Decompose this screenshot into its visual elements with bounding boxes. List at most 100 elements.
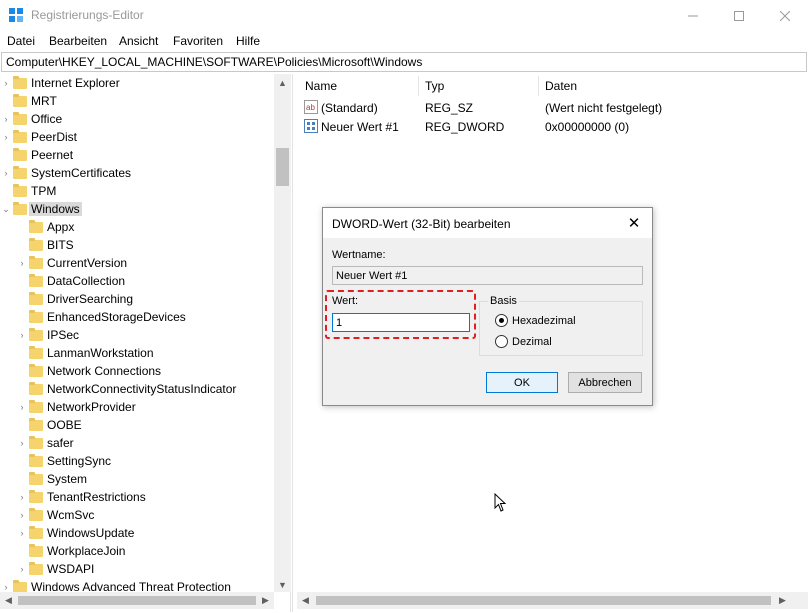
decimal-radio[interactable] xyxy=(495,335,508,348)
menu-bar: Datei Bearbeiten Ansicht Favoriten Hilfe xyxy=(0,31,808,51)
scroll-left-icon[interactable]: ◀ xyxy=(0,592,17,609)
tree-item-label: DataCollection xyxy=(47,274,126,288)
tree-item[interactable]: DataCollection xyxy=(0,272,274,290)
tree-item[interactable]: › PeerDist xyxy=(0,128,274,146)
tree-item[interactable]: System xyxy=(0,470,274,488)
scroll-up-icon[interactable]: ▲ xyxy=(274,74,291,91)
tree-item[interactable]: DriverSearching xyxy=(0,290,274,308)
tree-item[interactable]: OOBE xyxy=(0,416,274,434)
menu-bearbeiten[interactable]: Bearbeiten xyxy=(49,34,107,48)
address-bar[interactable]: Computer\HKEY_LOCAL_MACHINE\SOFTWARE\Pol… xyxy=(1,52,807,72)
tree-item[interactable]: › IPSec xyxy=(0,326,274,344)
chevron-right-icon[interactable]: › xyxy=(17,492,27,502)
tree-item[interactable]: › NetworkProvider xyxy=(0,398,274,416)
chevron-right-icon[interactable]: › xyxy=(1,582,11,592)
column-divider[interactable] xyxy=(538,76,539,96)
ok-button[interactable]: OK xyxy=(486,372,558,393)
column-header-name[interactable]: Name xyxy=(305,79,337,93)
tree-item[interactable]: NetworkConnectivityStatusIndicator xyxy=(0,380,274,398)
tree-item[interactable]: › safer xyxy=(0,434,274,452)
tree-item[interactable]: BITS xyxy=(0,236,274,254)
tree-item[interactable]: Peernet xyxy=(0,146,274,164)
dialog-close-button[interactable]: ✕ xyxy=(623,214,645,232)
value-name: Neuer Wert #1 xyxy=(321,120,399,134)
tree-item[interactable]: › CurrentVersion xyxy=(0,254,274,272)
chevron-right-icon[interactable]: › xyxy=(17,258,27,268)
tree-item-label: OOBE xyxy=(47,418,82,432)
decimal-label[interactable]: Dezimal xyxy=(512,336,552,348)
close-button[interactable] xyxy=(762,0,808,31)
scroll-down-icon[interactable]: ▼ xyxy=(274,576,291,593)
tree-item[interactable]: TPM xyxy=(0,182,274,200)
tree-item-label: DriverSearching xyxy=(47,292,134,306)
folder-icon xyxy=(29,346,43,359)
menu-datei[interactable]: Datei xyxy=(7,34,35,48)
cancel-button[interactable]: Abbrechen xyxy=(568,372,642,393)
tree-item[interactable]: LanmanWorkstation xyxy=(0,344,274,362)
chevron-down-icon[interactable]: ⌄ xyxy=(1,204,11,214)
folder-icon xyxy=(29,256,43,269)
tree-item[interactable]: › WSDAPI xyxy=(0,560,274,578)
tree-item-label: Windows xyxy=(29,202,82,216)
chevron-right-icon[interactable]: › xyxy=(17,402,27,412)
tree-vertical-scroll-thumb[interactable] xyxy=(276,148,289,186)
chevron-right-icon[interactable]: › xyxy=(1,114,11,124)
folder-icon xyxy=(29,238,43,251)
tree-item[interactable]: › WcmSvc xyxy=(0,506,274,524)
chevron-right-icon[interactable]: › xyxy=(1,168,11,178)
value-name-label: Wertname: xyxy=(332,249,386,261)
menu-hilfe[interactable]: Hilfe xyxy=(236,34,260,48)
tree-item[interactable]: ⌄ Windows xyxy=(0,200,274,218)
values-horizontal-scroll-thumb[interactable] xyxy=(316,596,771,605)
tree-item[interactable]: EnhancedStorageDevices xyxy=(0,308,274,326)
tree-item[interactable]: › SystemCertificates xyxy=(0,164,274,182)
maximize-button[interactable] xyxy=(716,0,762,31)
tree-item[interactable]: › Internet Explorer xyxy=(0,74,274,92)
scroll-right-icon[interactable]: ▶ xyxy=(257,592,274,609)
base-label: Basis xyxy=(488,295,519,307)
menu-favoriten[interactable]: Favoriten xyxy=(173,34,223,48)
scroll-left-icon[interactable]: ◀ xyxy=(297,592,314,609)
chevron-right-icon[interactable]: › xyxy=(17,438,27,448)
column-header-data[interactable]: Daten xyxy=(545,79,577,93)
mouse-pointer-icon xyxy=(494,493,507,512)
tree-item-label: LanmanWorkstation xyxy=(47,346,154,360)
chevron-right-icon[interactable]: › xyxy=(17,510,27,520)
tree-item[interactable]: Appx xyxy=(0,218,274,236)
column-divider[interactable] xyxy=(418,76,419,96)
value-row[interactable]: ab (Standard) REG_SZ (Wert nicht festgel… xyxy=(297,99,808,117)
menu-ansicht[interactable]: Ansicht xyxy=(119,34,158,48)
registry-editor-icon xyxy=(9,8,23,22)
folder-icon xyxy=(29,310,43,323)
scroll-right-icon[interactable]: ▶ xyxy=(774,592,791,609)
tree-item[interactable]: MRT xyxy=(0,92,274,110)
tree-item-label: Office xyxy=(31,112,63,126)
folder-icon xyxy=(13,184,27,197)
tree-item[interactable]: › WindowsUpdate xyxy=(0,524,274,542)
value-row[interactable]: Neuer Wert #1 REG_DWORD 0x00000000 (0) xyxy=(297,118,808,136)
tree-item-label: Peernet xyxy=(31,148,74,162)
chevron-right-icon[interactable]: › xyxy=(1,132,11,142)
tree-item[interactable]: WorkplaceJoin xyxy=(0,542,274,560)
folder-icon xyxy=(29,526,43,539)
hexadecimal-label[interactable]: Hexadezimal xyxy=(512,315,576,327)
column-header-type[interactable]: Typ xyxy=(425,79,444,93)
svg-text:ab: ab xyxy=(306,103,315,112)
value-name-field[interactable] xyxy=(332,266,643,285)
chevron-right-icon[interactable]: › xyxy=(17,330,27,340)
tree-horizontal-scroll-thumb[interactable] xyxy=(18,596,256,605)
folder-icon xyxy=(13,148,27,161)
tree-item[interactable]: › Office xyxy=(0,110,274,128)
hexadecimal-radio[interactable] xyxy=(495,314,508,327)
tree-item[interactable]: Network Connections xyxy=(0,362,274,380)
minimize-button[interactable] xyxy=(670,0,716,31)
chevron-right-icon[interactable]: › xyxy=(17,564,27,574)
tree-item[interactable]: › TenantRestrictions xyxy=(0,488,274,506)
folder-icon xyxy=(13,130,27,143)
chevron-right-icon[interactable]: › xyxy=(17,528,27,538)
tree-item-label: safer xyxy=(47,436,74,450)
chevron-right-icon[interactable]: › xyxy=(1,78,11,88)
folder-icon xyxy=(29,436,43,449)
string-value-icon: ab xyxy=(304,100,318,114)
tree-item[interactable]: SettingSync xyxy=(0,452,274,470)
